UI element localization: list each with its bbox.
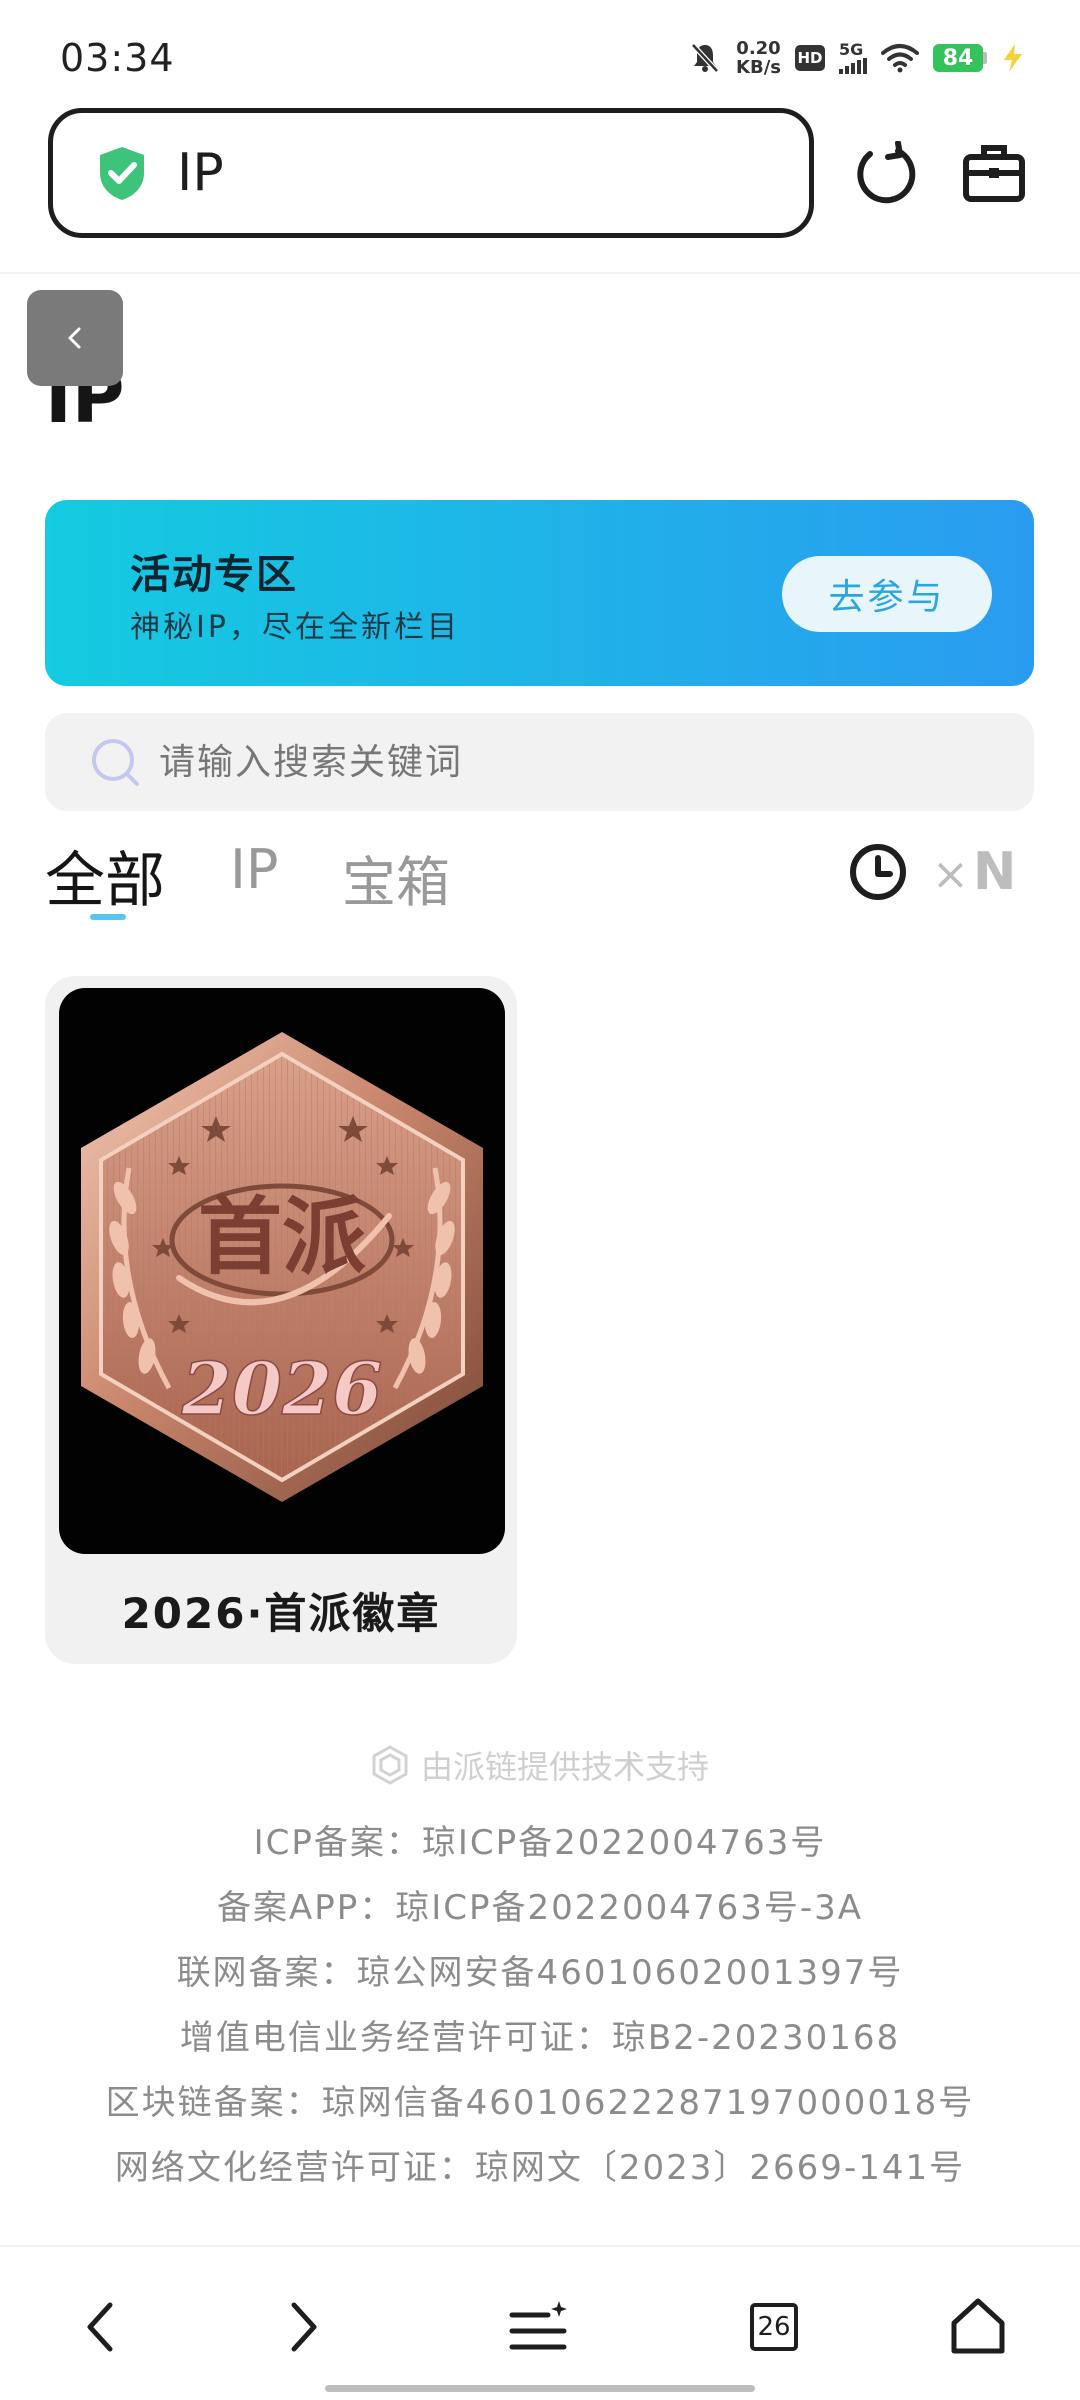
- footer-line: 备案APP：琼ICP备2022004763号-3A: [216, 1888, 863, 1928]
- nav-back-button[interactable]: [60, 2287, 140, 2367]
- chevron-right-icon: [291, 2302, 317, 2352]
- menu-sparkle-icon: [509, 2301, 567, 2350]
- powered-by-text: 由派链提供技术支持: [420, 1748, 709, 1786]
- badge-title-text: 首派: [198, 1187, 366, 1286]
- tab-ip[interactable]: IP: [230, 838, 279, 901]
- badge-image: 首派 2026: [59, 988, 505, 1554]
- badge-year-text: 2026: [181, 1346, 382, 1431]
- status-bar: 03:34 0.20 KB/s HD 5G 84: [0, 0, 1080, 105]
- search-icon: [92, 739, 139, 786]
- hexagon-logo-icon: [372, 1745, 408, 1785]
- multiplier-n: N: [972, 842, 1017, 902]
- footer-line: 联网备案：琼公网安备46010602001397号: [176, 1953, 904, 1993]
- tab-all[interactable]: 全部: [45, 832, 165, 919]
- banner-subtitle: 神秘IP，尽在全新栏目: [130, 610, 460, 645]
- item-card[interactable]: 首派 2026 2026·首派徽章: [45, 976, 517, 1664]
- toolbox-button[interactable]: [956, 135, 1032, 211]
- hd-icon: HD: [795, 45, 825, 71]
- battery-icon: 84: [933, 44, 987, 72]
- chevron-left-icon: [68, 327, 81, 349]
- address-bar[interactable]: IP: [48, 108, 814, 238]
- status-icons: 0.20 KB/s HD 5G 84: [688, 36, 1025, 80]
- home-indicator[interactable]: [325, 2385, 755, 2392]
- nav-home-button[interactable]: [938, 2287, 1018, 2367]
- banner-title: 活动专区: [130, 552, 298, 598]
- back-button[interactable]: [27, 290, 123, 386]
- charging-bolt-icon: [1004, 44, 1022, 72]
- search-input[interactable]: [159, 741, 959, 783]
- header-divider: [0, 272, 1080, 274]
- footer-line: 增值电信业务经营许可证：琼B2-20230168: [179, 2018, 901, 2058]
- nav-menu-button[interactable]: [498, 2287, 578, 2367]
- footer-line: 网络文化经营许可证：琼网文〔2023〕2669-141号: [114, 2148, 966, 2188]
- join-button[interactable]: 去参与: [782, 556, 992, 632]
- tab-treasure-box[interactable]: 宝箱: [342, 838, 450, 917]
- address-text: IP: [177, 143, 224, 203]
- cellular-signal-icon: 5G: [839, 42, 867, 74]
- item-title: 2026·首派徽章: [121, 1589, 441, 1638]
- nav-tabs-button[interactable]: 26: [734, 2287, 814, 2367]
- multiplier-x: ×: [932, 849, 969, 900]
- chevron-left-icon: [87, 2302, 113, 2352]
- powered-by: 由派链提供技术支持: [0, 1742, 1080, 1788]
- refresh-icon: [857, 141, 916, 204]
- network-type: 5G: [839, 40, 864, 59]
- status-time: 03:34: [60, 36, 175, 80]
- footer-line: ICP备案：琼ICP备2022004763号: [253, 1823, 827, 1863]
- shield-check-icon: [100, 147, 144, 200]
- battery-level: 84: [933, 44, 983, 72]
- tab-indicator: [90, 914, 126, 920]
- bottom-navigation: 26: [0, 2245, 1080, 2400]
- network-speed-unit: KB/s: [736, 57, 781, 78]
- activity-banner[interactable]: 活动专区 神秘IP，尽在全新栏目 去参与: [45, 500, 1034, 686]
- footer-line: 区块链备案：琼网信备46010622287197000018号: [105, 2083, 975, 2123]
- history-button[interactable]: [846, 840, 910, 904]
- search-bar[interactable]: [45, 713, 1034, 811]
- wifi-icon: [881, 44, 919, 73]
- nav-forward-button[interactable]: [264, 2287, 344, 2367]
- home-icon: [951, 2298, 1005, 2354]
- multiplier-toggle[interactable]: ×N: [932, 842, 1016, 902]
- briefcase-icon: [963, 145, 1025, 202]
- network-speed: 0.20 KB/s: [736, 39, 781, 77]
- medal-illustration: 首派 2026: [81, 1032, 483, 1502]
- refresh-button[interactable]: [848, 135, 924, 211]
- bell-muted-icon: [691, 43, 719, 73]
- tab-count: 26: [750, 2303, 798, 2351]
- clock-icon: [850, 844, 906, 900]
- network-speed-value: 0.20: [736, 38, 781, 59]
